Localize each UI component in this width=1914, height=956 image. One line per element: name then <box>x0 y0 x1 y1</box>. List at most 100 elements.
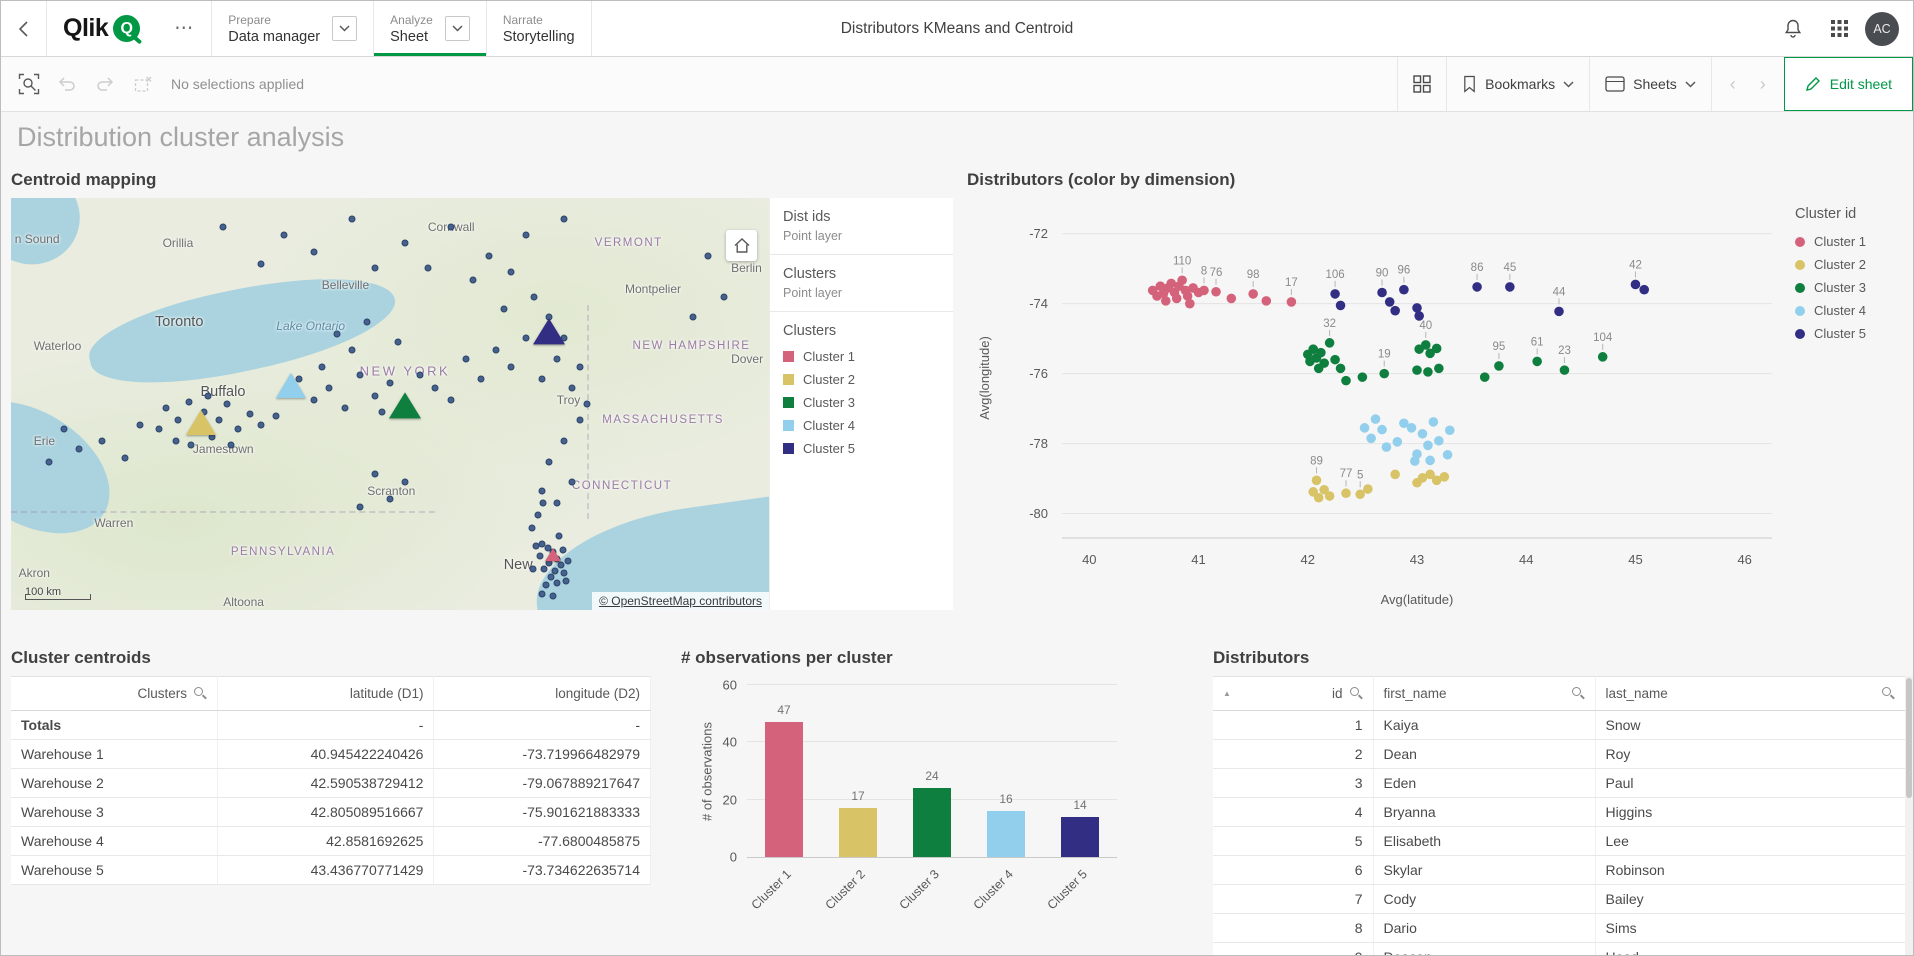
dimension-cell[interactable]: Warehouse 4 <box>11 827 217 856</box>
column-header-last_name[interactable]: last_name <box>1595 677 1905 711</box>
scatter-point[interactable] <box>1554 307 1564 317</box>
map-attribution[interactable]: © OpenStreetMap contributors <box>592 592 769 610</box>
distributor-point[interactable] <box>349 215 356 222</box>
distributor-point[interactable] <box>543 582 550 589</box>
distributor-point[interactable] <box>432 384 439 391</box>
distributor-point[interactable] <box>76 446 83 453</box>
scatter-point[interactable] <box>1377 288 1387 298</box>
scatter-point[interactable] <box>1443 450 1453 460</box>
table-row[interactable]: 5ElisabethLee <box>1213 827 1905 856</box>
table-row[interactable]: Warehouse 342.805089516667-75.9016218833… <box>11 798 651 827</box>
more-menu-button[interactable]: ⋯ <box>156 1 211 56</box>
distributor-point[interactable] <box>523 335 530 342</box>
chevron-down-icon[interactable] <box>445 16 470 41</box>
scatter-point[interactable] <box>1319 358 1329 368</box>
distributor-point[interactable] <box>155 425 162 432</box>
distributor-point[interactable] <box>508 363 515 370</box>
next-sheet-button[interactable]: › <box>1748 69 1778 99</box>
scatter-point[interactable] <box>1336 301 1346 311</box>
scatter-point[interactable] <box>1480 372 1490 382</box>
distributor-point[interactable] <box>311 248 318 255</box>
dimension-cell[interactable]: Cody <box>1373 885 1595 914</box>
table-row[interactable]: 4BryannaHiggins <box>1213 798 1905 827</box>
scatter-point[interactable] <box>1639 285 1649 295</box>
distributor-point[interactable] <box>546 458 553 465</box>
clear-selections-button[interactable] <box>125 66 161 102</box>
dimension-cell[interactable]: Deacon <box>1373 943 1595 956</box>
legend-item[interactable]: Cluster 2 <box>783 372 940 387</box>
distributor-point[interactable] <box>174 417 181 424</box>
scatter-svg[interactable]: -72-74-76-78-8040414243444546Avg(latitud… <box>967 198 1797 610</box>
scrollbar-thumb[interactable] <box>1906 678 1912 798</box>
search-icon[interactable] <box>1882 687 1895 700</box>
selections-forward-button[interactable] <box>87 66 123 102</box>
scatter-point[interactable] <box>1341 488 1351 498</box>
cluster-centroid-marker[interactable] <box>389 393 421 419</box>
legend-item[interactable]: Cluster 1 <box>783 349 940 364</box>
scatter-point[interactable] <box>1505 282 1515 292</box>
distributor-point[interactable] <box>537 553 544 560</box>
dimension-cell[interactable]: Elisabeth <box>1373 827 1595 856</box>
dimension-cell[interactable]: Bryanna <box>1373 798 1595 827</box>
scatter-point[interactable] <box>1434 364 1444 374</box>
scatter-point[interactable] <box>1377 425 1387 435</box>
id-cell[interactable]: 7 <box>1213 885 1373 914</box>
scatter-point[interactable] <box>1385 297 1395 307</box>
dimension-cell[interactable]: Skylar <box>1373 856 1595 885</box>
cluster-centroid-marker[interactable] <box>533 318 565 344</box>
chevron-down-icon[interactable] <box>332 16 357 41</box>
distributor-point[interactable] <box>61 425 68 432</box>
distributor-point[interactable] <box>371 392 378 399</box>
dimension-cell[interactable]: Warehouse 3 <box>11 798 217 827</box>
legend-item[interactable]: Cluster 2 <box>1795 257 1901 272</box>
distributor-point[interactable] <box>530 565 537 572</box>
distributor-point[interactable] <box>720 293 727 300</box>
previous-sheet-button[interactable]: ‹ <box>1718 69 1748 99</box>
distributor-point[interactable] <box>549 592 556 599</box>
distributor-point[interactable] <box>356 372 363 379</box>
distributor-point[interactable] <box>371 471 378 478</box>
layer-clusters[interactable]: Clusters Point layer <box>770 255 953 312</box>
scatter-point[interactable] <box>1314 493 1324 503</box>
id-cell[interactable]: 6 <box>1213 856 1373 885</box>
distributor-point[interactable] <box>341 405 348 412</box>
search-icon[interactable] <box>1350 687 1363 700</box>
table-row[interactable]: 6SkylarRobinson <box>1213 856 1905 885</box>
id-cell[interactable]: 1 <box>1213 711 1373 740</box>
distributor-point[interactable] <box>493 347 500 354</box>
dimension-cell[interactable]: Higgins <box>1595 798 1905 827</box>
dimension-cell[interactable]: Dean <box>1373 740 1595 769</box>
scatter-point[interactable] <box>1440 472 1450 482</box>
legend-item[interactable]: Cluster 4 <box>783 418 940 433</box>
legend-item[interactable]: Cluster 1 <box>1795 234 1901 249</box>
distributor-point[interactable] <box>258 260 265 267</box>
smart-search-button[interactable] <box>11 66 47 102</box>
distributor-point[interactable] <box>547 574 554 581</box>
distributor-point[interactable] <box>447 223 454 230</box>
scatter-point[interactable] <box>1379 369 1389 379</box>
distributor-point[interactable] <box>356 504 363 511</box>
distributor-point[interactable] <box>485 252 492 259</box>
distributor-point[interactable] <box>557 561 564 568</box>
table-row[interactable]: Warehouse 543.436770771429-73.7346226357… <box>11 856 651 885</box>
edit-sheet-button[interactable]: Edit sheet <box>1784 57 1913 111</box>
id-cell[interactable]: 8 <box>1213 914 1373 943</box>
distributor-point[interactable] <box>333 330 340 337</box>
column-header-id[interactable]: ▲id <box>1213 677 1373 711</box>
distributor-point[interactable] <box>371 265 378 272</box>
distributor-point[interactable] <box>561 215 568 222</box>
legend-item[interactable]: Cluster 5 <box>783 441 940 456</box>
distributor-point[interactable] <box>538 590 545 597</box>
table-row[interactable]: 9DeaconHood <box>1213 943 1905 956</box>
scatter-point[interactable] <box>1390 306 1400 316</box>
distributor-point[interactable] <box>477 376 484 383</box>
qlik-logo[interactable]: Qlik Q <box>47 1 156 56</box>
dimension-cell[interactable]: Hood <box>1595 943 1905 956</box>
scatter-point[interactable] <box>1407 423 1417 433</box>
distributor-point[interactable] <box>508 269 515 276</box>
table-row[interactable]: 3EdenPaul <box>1213 769 1905 798</box>
scatter-point[interactable] <box>1425 456 1435 466</box>
distributor-point[interactable] <box>379 409 386 416</box>
scatter-point[interactable] <box>1185 299 1195 309</box>
scatter-point[interactable] <box>1532 357 1542 367</box>
